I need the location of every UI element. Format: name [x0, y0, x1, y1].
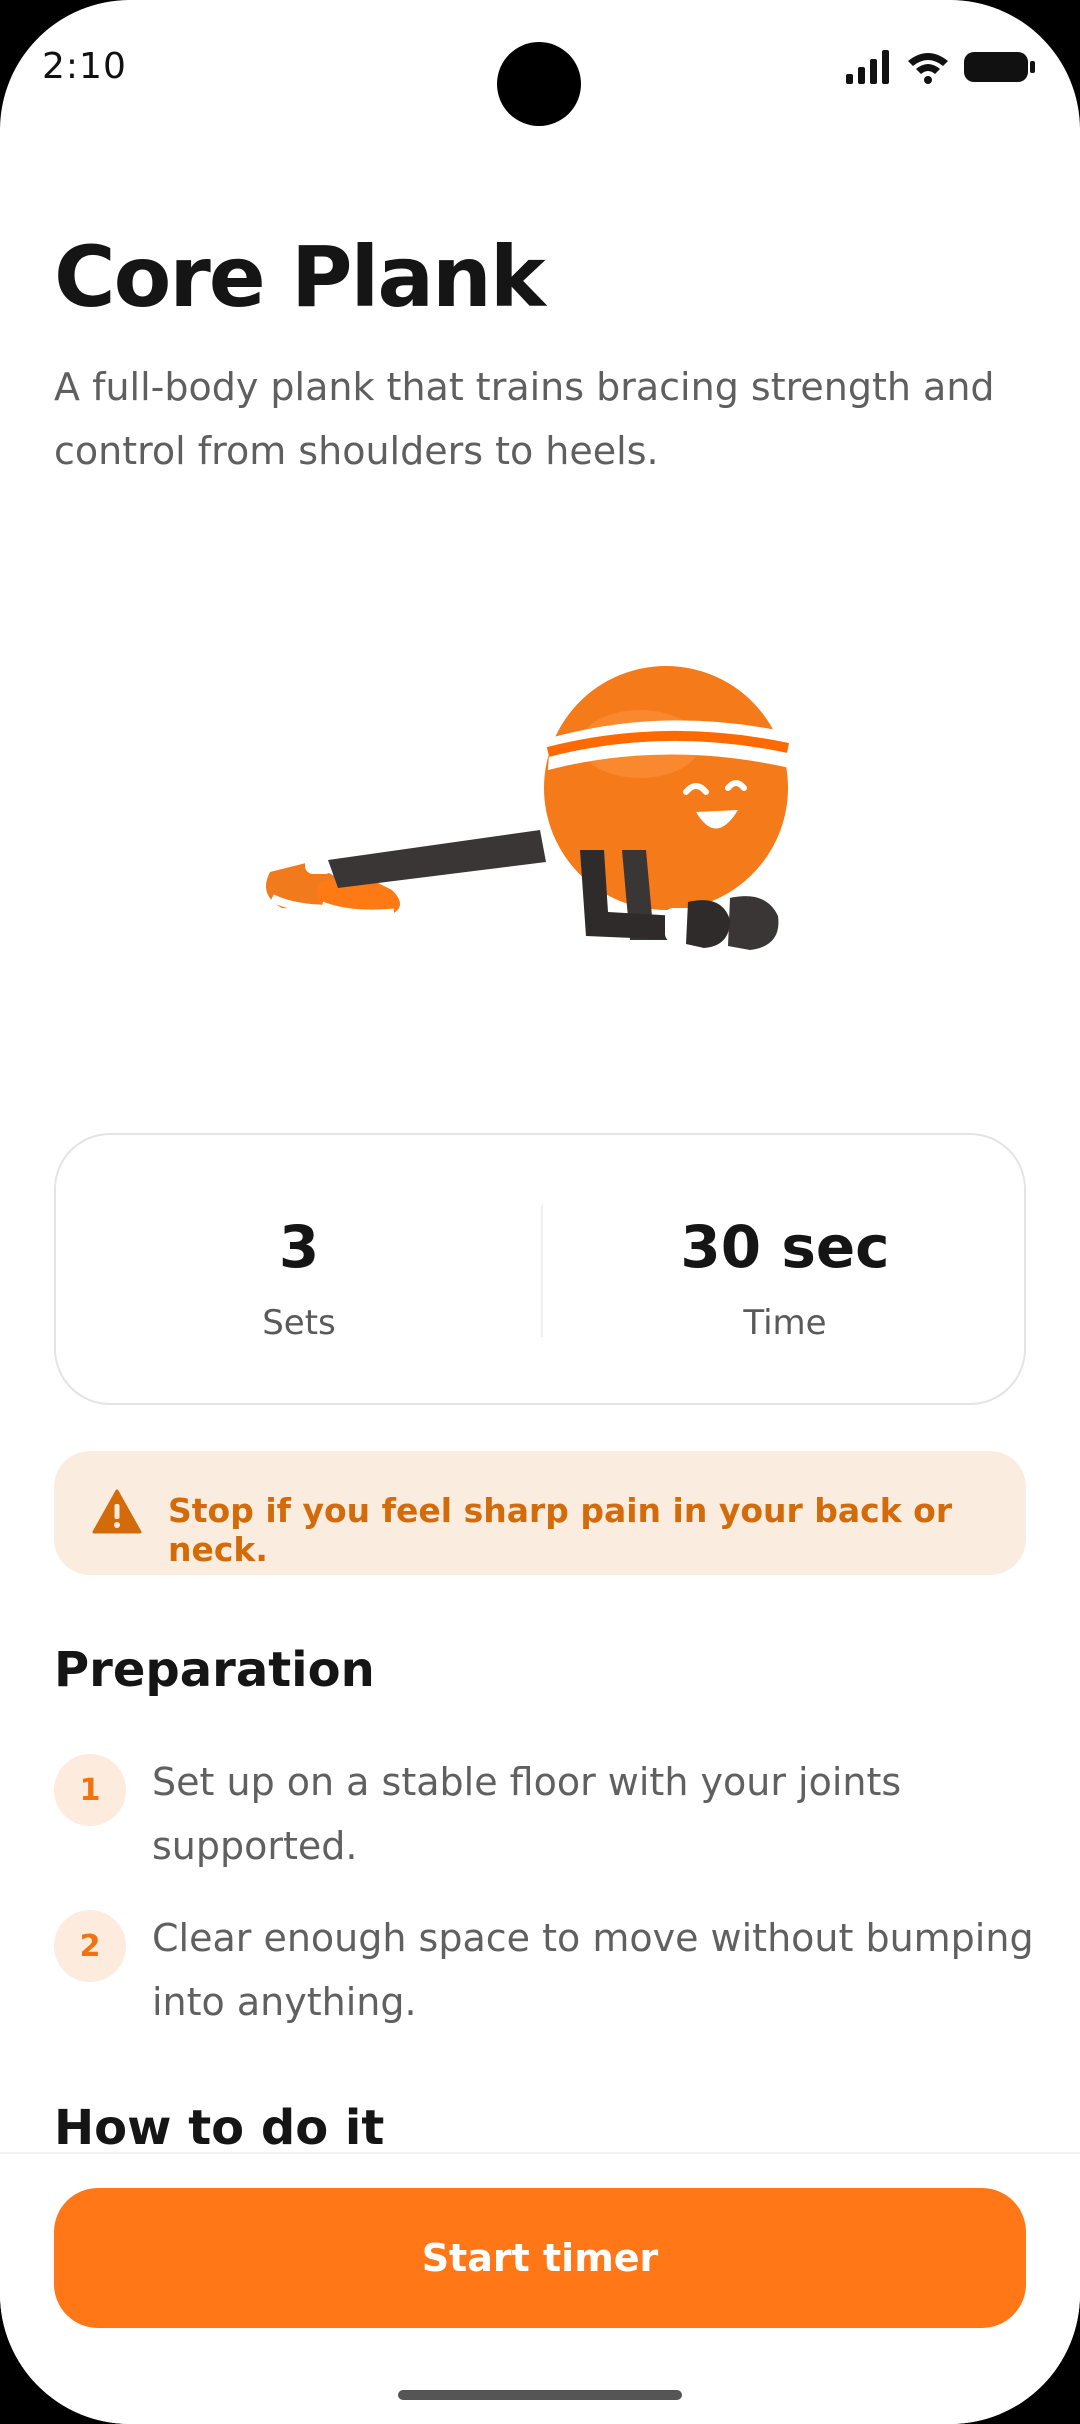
home-indicator	[398, 2390, 682, 2400]
exercise-description: A full-body plank that trains bracing st…	[54, 365, 995, 473]
preparation-heading: Preparation	[54, 1642, 375, 1698]
warning-text: Stop if you feel sharp pain in your back…	[168, 1491, 953, 1569]
step-number-badge: 1	[54, 1754, 126, 1826]
page-title: Core Plank	[54, 228, 546, 326]
start-timer-button[interactable]: Start timer	[54, 2188, 1026, 2328]
stat-sets: 3 Sets	[56, 1135, 542, 1407]
stat-time-value: 30 sec	[680, 1213, 890, 1281]
stat-time-label: Time	[743, 1303, 827, 1343]
status-time: 2:10	[42, 46, 127, 87]
app-screen: 2:10 Core Plank A full-body plank that t…	[0, 0, 1080, 2424]
stats-card: 3 Sets 30 sec Time	[54, 1133, 1026, 1405]
step-text: Clear enough space to move without bumpi…	[152, 1916, 1034, 2024]
stat-time: 30 sec Time	[542, 1135, 1028, 1407]
battery-icon	[964, 52, 1035, 82]
step-text: Set up on a stable floor with your joint…	[152, 1760, 902, 1868]
safety-warning-banner: Stop if you feel sharp pain in your back…	[54, 1451, 1026, 1575]
stat-sets-label: Sets	[262, 1303, 336, 1343]
step-number-badge: 2	[54, 1910, 126, 1982]
plank-mascot-illustration	[266, 666, 790, 950]
mascot-legs	[328, 830, 546, 888]
stat-sets-value: 3	[278, 1213, 320, 1281]
how-to-heading: How to do it	[54, 2100, 385, 2156]
front-camera	[497, 42, 581, 126]
preparation-step: 1 Set up on a stable floor with your joi…	[54, 1750, 1034, 1890]
preparation-step: 2 Clear enough space to move without bum…	[54, 1906, 1034, 2046]
bottom-action-bar: Start timer	[0, 2152, 1080, 2424]
status-icons	[846, 50, 1036, 84]
warning-icon	[92, 1489, 142, 1534]
signal-icon	[846, 50, 889, 84]
mascot-body	[544, 666, 788, 910]
wifi-icon	[908, 53, 948, 84]
status-bar: 2:10	[0, 0, 1080, 140]
